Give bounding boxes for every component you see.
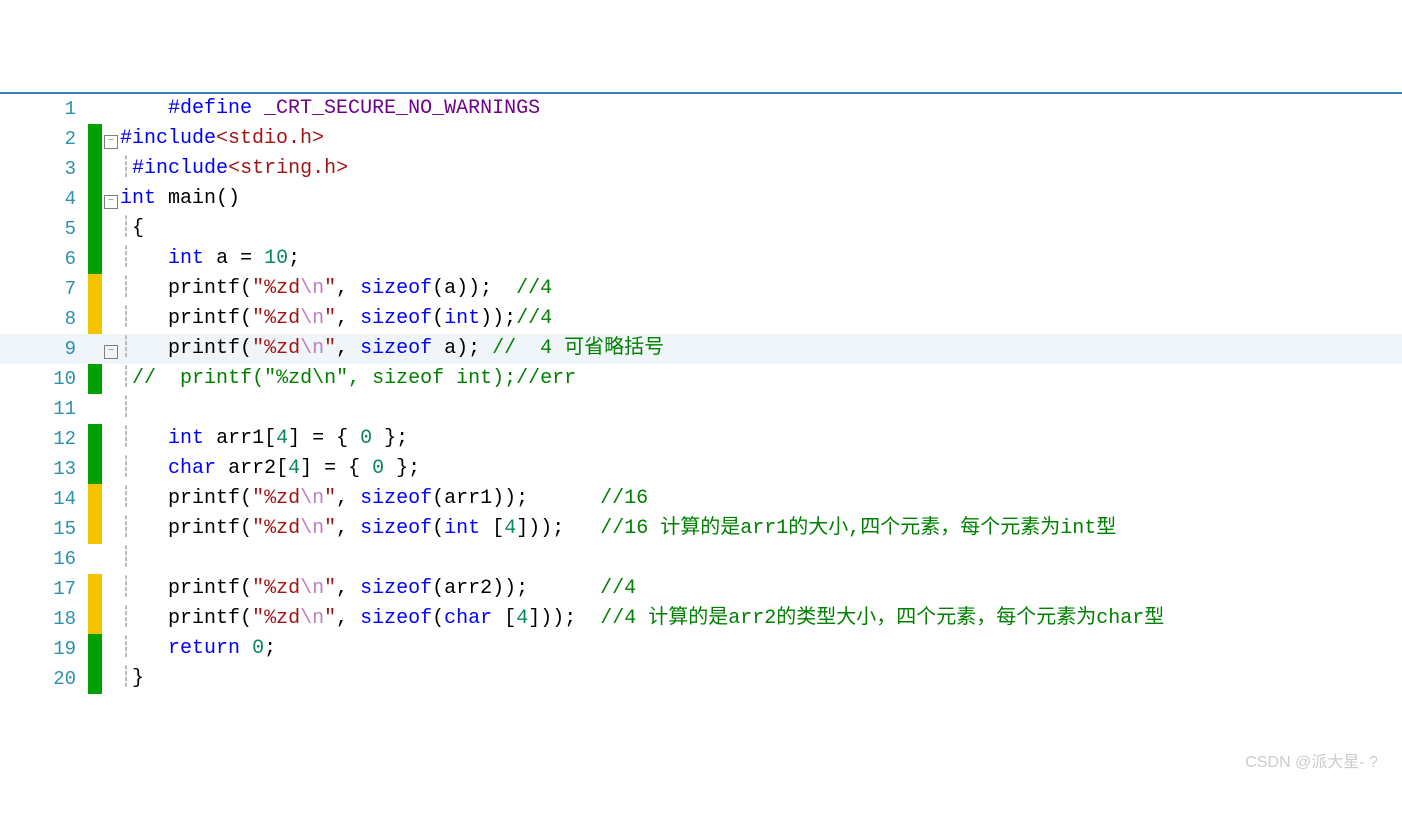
change-margin bbox=[88, 154, 102, 184]
code-content: ┊ char arr2[4] = { 0 }; bbox=[120, 454, 420, 484]
code-line[interactable]: 5 ┊{ bbox=[0, 214, 1402, 244]
change-margin bbox=[88, 334, 102, 364]
change-margin bbox=[88, 94, 102, 124]
line-number: 13 bbox=[0, 454, 88, 484]
code-line[interactable]: 16 ┊ bbox=[0, 544, 1402, 574]
change-margin bbox=[88, 304, 102, 334]
code-line[interactable]: 15 ┊ printf("%zd\n", sizeof(int [4])); //… bbox=[0, 514, 1402, 544]
fold-icon[interactable]: − bbox=[104, 345, 118, 359]
line-number: 20 bbox=[0, 664, 88, 694]
code-content: ┊{ bbox=[120, 214, 144, 244]
code-line[interactable]: 6 ┊ int a = 10; bbox=[0, 244, 1402, 274]
change-margin bbox=[88, 184, 102, 214]
code-content: ┊ printf("%zd\n", sizeof(arr2)); //4 bbox=[120, 574, 636, 604]
change-margin bbox=[88, 454, 102, 484]
code-content: #include<stdio.h> bbox=[120, 124, 324, 154]
code-content: ┊// printf("%zd\n", sizeof int);//err bbox=[120, 364, 576, 394]
line-number: 15 bbox=[0, 514, 88, 544]
code-line[interactable]: 3 ┊#include<string.h> bbox=[0, 154, 1402, 184]
code-content: ┊ printf("%zd\n", sizeof a); // 4 可省略括号 bbox=[120, 334, 664, 364]
fold-icon[interactable]: − bbox=[104, 135, 118, 149]
line-number: 5 bbox=[0, 214, 88, 244]
watermark: CSDN @派大星- ? bbox=[1245, 748, 1378, 772]
line-number: 19 bbox=[0, 634, 88, 664]
code-line[interactable]: 13 ┊ char arr2[4] = { 0 }; bbox=[0, 454, 1402, 484]
code-content: ┊#include<string.h> bbox=[120, 154, 348, 184]
code-content: ┊ int a = 10; bbox=[120, 244, 300, 274]
change-margin bbox=[88, 244, 102, 274]
change-margin bbox=[88, 634, 102, 664]
code-line[interactable]: 8 ┊ printf("%zd\n", sizeof(int));//4 bbox=[0, 304, 1402, 334]
code-content: ┊ printf("%zd\n", sizeof(int [4])); //16… bbox=[120, 514, 1116, 544]
code-line[interactable]: 10 ┊// printf("%zd\n", sizeof int);//err bbox=[0, 364, 1402, 394]
change-margin bbox=[88, 274, 102, 304]
code-content: ┊} bbox=[120, 664, 144, 694]
code-editor: 1 #define _CRT_SECURE_NO_WARNINGS2−#incl… bbox=[0, 92, 1402, 694]
code-line[interactable]: 12 ┊ int arr1[4] = { 0 }; bbox=[0, 424, 1402, 454]
line-number: 10 bbox=[0, 364, 88, 394]
code-content: ┊ return 0; bbox=[120, 634, 276, 664]
line-number: 16 bbox=[0, 544, 88, 574]
code-content: int main() bbox=[120, 184, 240, 214]
code-line[interactable]: 20 ┊} bbox=[0, 664, 1402, 694]
line-number: 7 bbox=[0, 274, 88, 304]
line-number: 2 bbox=[0, 124, 88, 154]
line-number: 4 bbox=[0, 184, 88, 214]
change-margin bbox=[88, 574, 102, 604]
change-margin bbox=[88, 514, 102, 544]
code-content: ┊ printf("%zd\n", sizeof(a)); //4 bbox=[120, 274, 552, 304]
change-margin bbox=[88, 364, 102, 394]
code-line[interactable]: 11 ┊ bbox=[0, 394, 1402, 424]
line-number: 14 bbox=[0, 484, 88, 514]
code-content: #define _CRT_SECURE_NO_WARNINGS bbox=[120, 94, 540, 124]
code-line[interactable]: 18 ┊ printf("%zd\n", sizeof(char [4])); /… bbox=[0, 604, 1402, 634]
line-number: 6 bbox=[0, 244, 88, 274]
line-number: 1 bbox=[0, 94, 88, 124]
line-number: 18 bbox=[0, 604, 88, 634]
line-number: 3 bbox=[0, 154, 88, 184]
change-margin bbox=[88, 214, 102, 244]
change-margin bbox=[88, 424, 102, 454]
code-line[interactable]: 17 ┊ printf("%zd\n", sizeof(arr2)); //4 bbox=[0, 574, 1402, 604]
code-content: ┊ bbox=[120, 544, 132, 574]
code-line[interactable]: 7 ┊ printf("%zd\n", sizeof(a)); //4 bbox=[0, 274, 1402, 304]
code-line[interactable]: 9 −┊ printf("%zd\n", sizeof a); // 4 可省略括… bbox=[0, 334, 1402, 364]
code-line[interactable]: 14 ┊ printf("%zd\n", sizeof(arr1)); //16 bbox=[0, 484, 1402, 514]
line-number: 9 bbox=[0, 334, 88, 364]
change-margin bbox=[88, 604, 102, 634]
line-number: 12 bbox=[0, 424, 88, 454]
code-line[interactable]: 19 ┊ return 0; bbox=[0, 634, 1402, 664]
code-content: ┊ int arr1[4] = { 0 }; bbox=[120, 424, 408, 454]
code-line[interactable]: 2 −#include<stdio.h> bbox=[0, 124, 1402, 154]
fold-icon[interactable]: − bbox=[104, 195, 118, 209]
code-line[interactable]: 1 #define _CRT_SECURE_NO_WARNINGS bbox=[0, 94, 1402, 124]
line-number: 17 bbox=[0, 574, 88, 604]
change-margin bbox=[88, 664, 102, 694]
line-number: 11 bbox=[0, 394, 88, 424]
code-content: ┊ printf("%zd\n", sizeof(int));//4 bbox=[120, 304, 552, 334]
change-margin bbox=[88, 484, 102, 514]
code-content: ┊ printf("%zd\n", sizeof(char [4])); //4… bbox=[120, 604, 1164, 634]
change-margin bbox=[88, 124, 102, 154]
line-number: 8 bbox=[0, 304, 88, 334]
change-margin bbox=[88, 544, 102, 574]
change-margin bbox=[88, 394, 102, 424]
code-line[interactable]: 4 −int main() bbox=[0, 184, 1402, 214]
code-content: ┊ bbox=[120, 394, 132, 424]
code-content: ┊ printf("%zd\n", sizeof(arr1)); //16 bbox=[120, 484, 648, 514]
